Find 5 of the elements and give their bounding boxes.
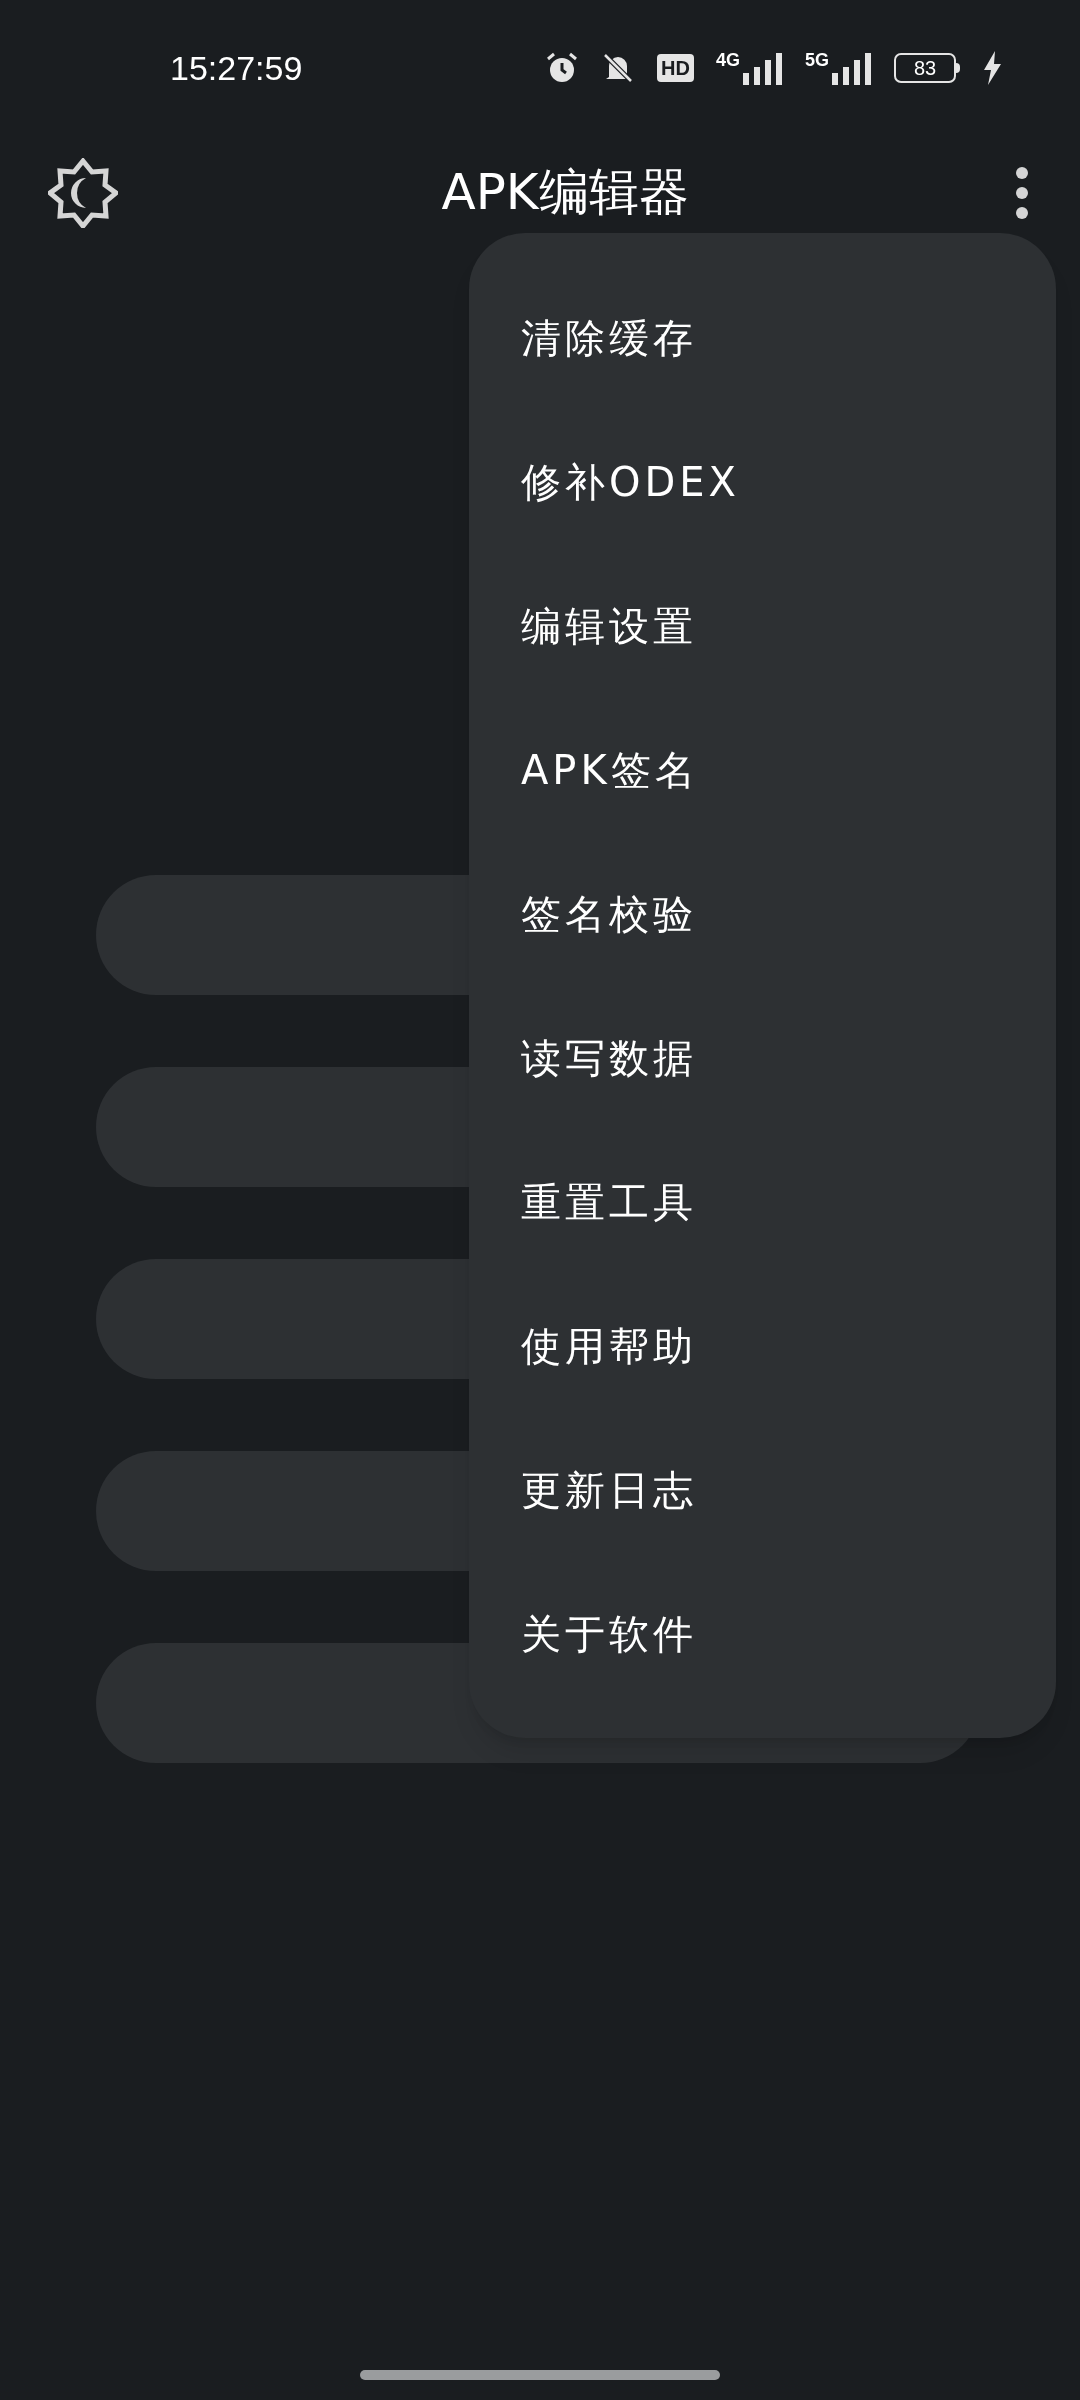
network-label: 5G bbox=[805, 51, 829, 69]
network-label: 4G bbox=[715, 51, 740, 69]
status-time: 15:27:59 bbox=[170, 47, 303, 89]
app-title: APK编辑器 bbox=[440, 162, 690, 223]
hd-badge: HD bbox=[657, 54, 694, 82]
